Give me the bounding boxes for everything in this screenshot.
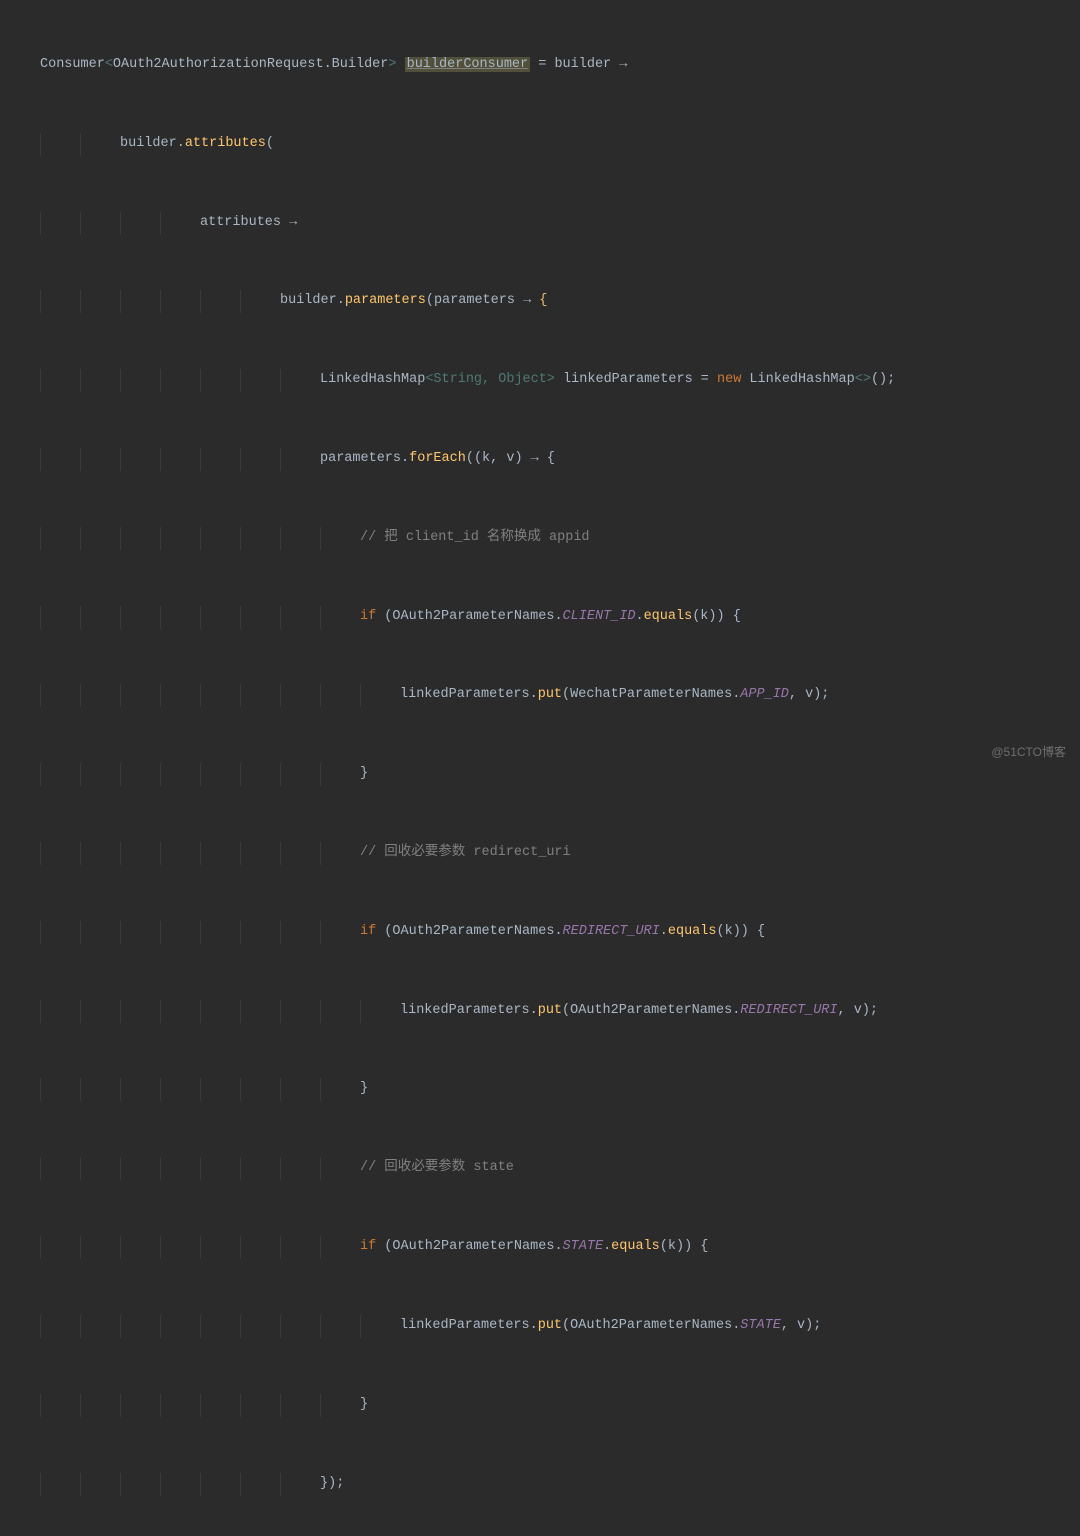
code-line: linkedParameters.put(OAuth2ParameterName… — [0, 1315, 1080, 1348]
code-line: if (OAuth2ParameterNames.STATE.equals(k)… — [0, 1236, 1080, 1269]
constant-app-id: APP_ID — [740, 687, 789, 702]
method-attributes: attributes — [185, 136, 266, 151]
watermark: @51CTO博客 — [991, 742, 1066, 762]
code-line: if (OAuth2ParameterNames.REDIRECT_URI.eq… — [0, 921, 1080, 954]
keyword-new: new — [717, 372, 741, 387]
code-line: } — [0, 1394, 1080, 1427]
comment: // 回收必要参数 state — [360, 1160, 514, 1175]
code-line: builder.attributes( — [0, 133, 1080, 166]
code-line: Consumer<OAuth2AuthorizationRequest.Buil… — [0, 54, 1080, 87]
constant-redirect-uri: REDIRECT_URI — [563, 924, 660, 939]
code-line: } — [0, 763, 1080, 796]
code-line: LinkedHashMap<String, Object> linkedPara… — [0, 369, 1080, 402]
keyword-if: if — [360, 609, 376, 624]
constant-state: STATE — [563, 1239, 604, 1254]
code-line: // 回收必要参数 state — [0, 1157, 1080, 1190]
code-line: attributes → — [0, 212, 1080, 245]
code-line: if (OAuth2ParameterNames.CLIENT_ID.equal… — [0, 606, 1080, 639]
code-line: } — [0, 1078, 1080, 1111]
code-line: builder.parameters(parameters → { — [0, 290, 1080, 323]
method-parameters: parameters — [345, 293, 426, 308]
code-editor[interactable]: Consumer<OAuth2AuthorizationRequest.Buil… — [0, 0, 1080, 1536]
code-line: parameters.forEach((k, v) → { — [0, 448, 1080, 481]
variable-builderconsumer[interactable]: builderConsumer — [405, 57, 531, 72]
type-consumer: Consumer — [40, 57, 105, 72]
comment: // 把 client_id 名称换成 appid — [360, 530, 590, 545]
constant-client-id: CLIENT_ID — [563, 609, 636, 624]
method-put: put — [538, 687, 562, 702]
code-line: linkedParameters.put(WechatParameterName… — [0, 684, 1080, 717]
code-line: linkedParameters.put(OAuth2ParameterName… — [0, 1000, 1080, 1033]
code-line: }); — [0, 1473, 1080, 1506]
method-foreach: forEach — [409, 451, 466, 466]
variable-linkedparameters: linkedParameters — [563, 372, 693, 387]
comment: // 回收必要参数 redirect_uri — [360, 845, 571, 860]
code-line: // 把 client_id 名称换成 appid — [0, 527, 1080, 560]
code-line: // 回收必要参数 redirect_uri — [0, 842, 1080, 875]
